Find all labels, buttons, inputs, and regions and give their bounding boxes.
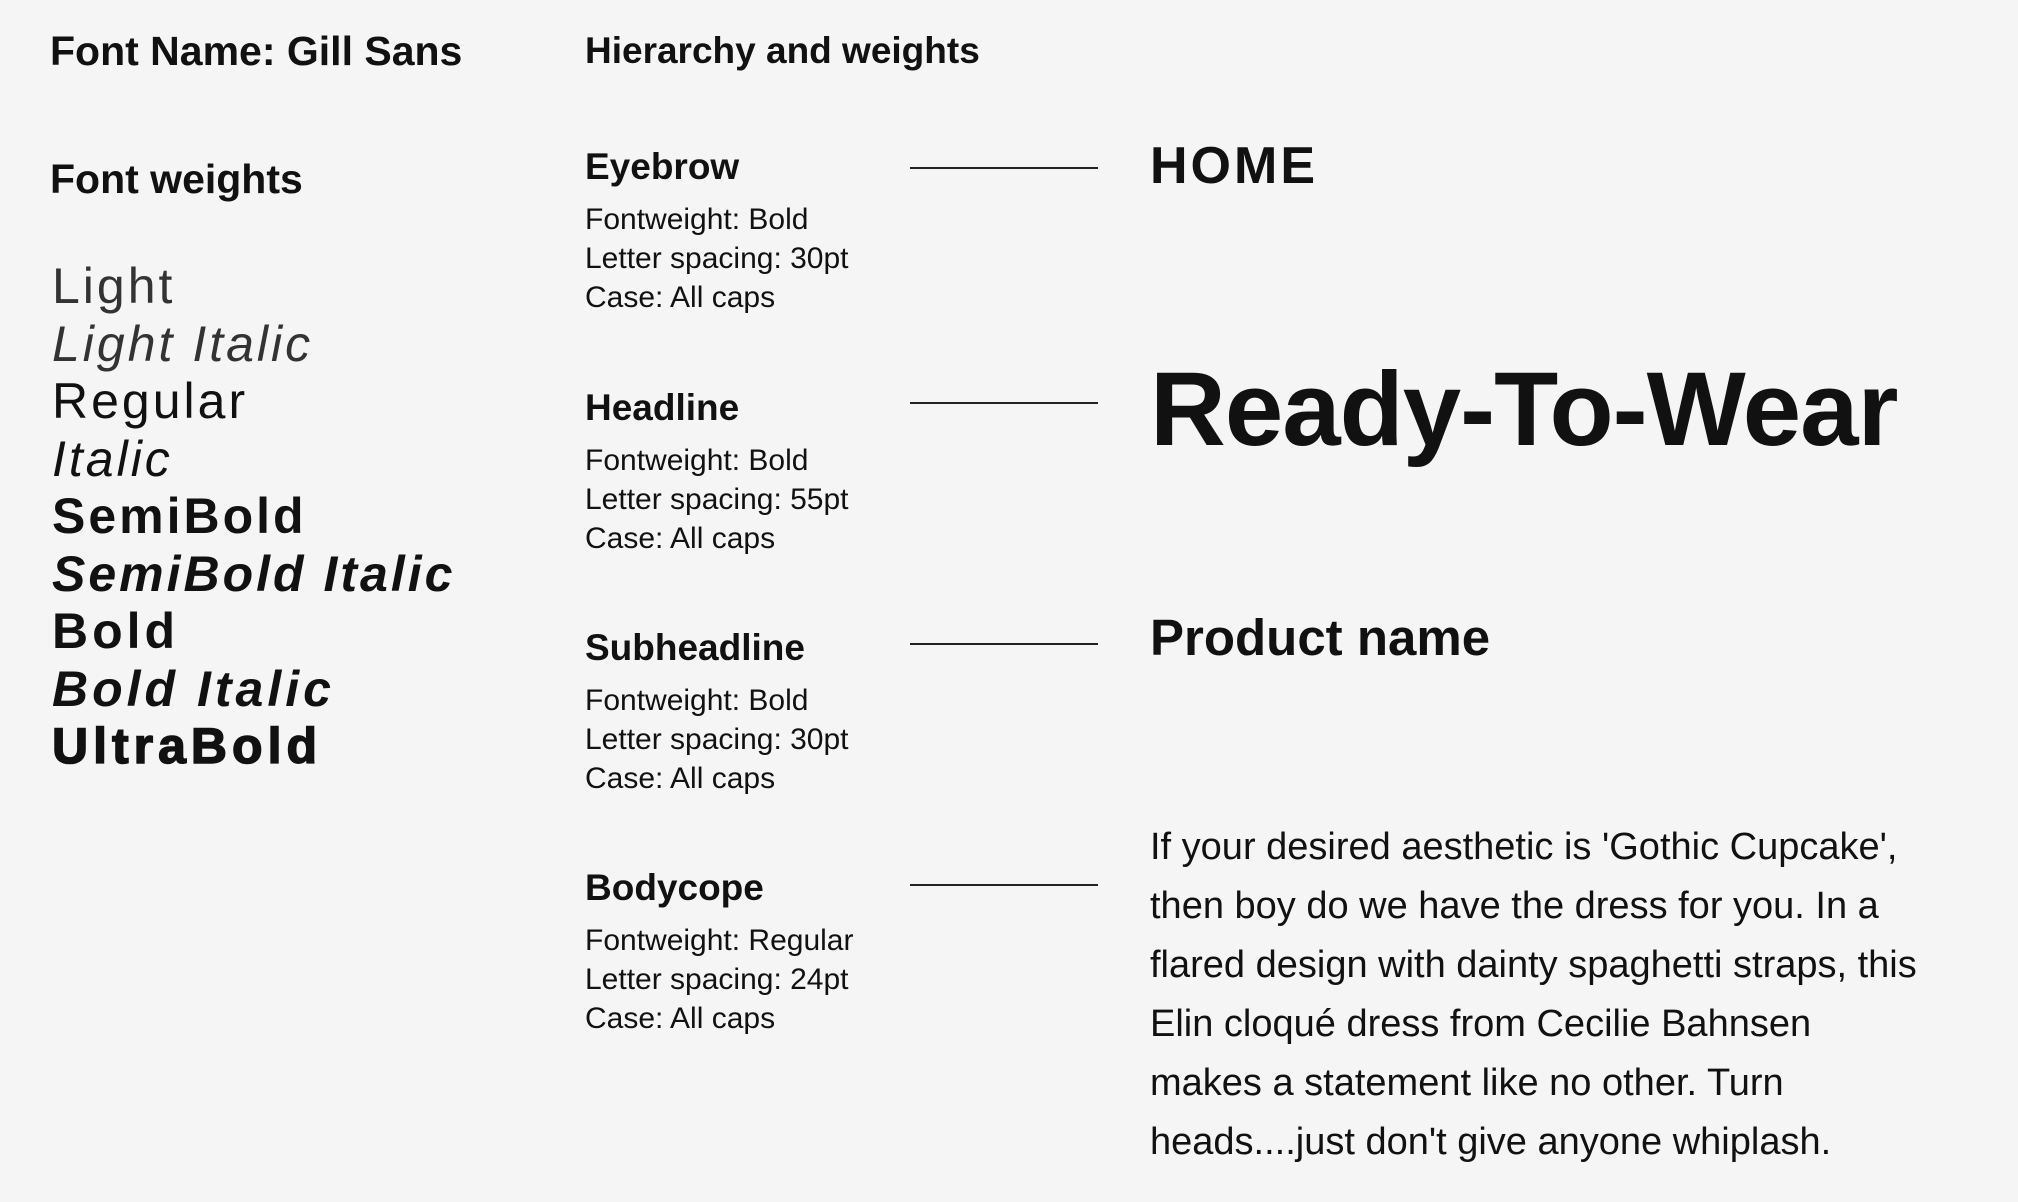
spec-bodycopy: Bodycope Fontweight: Regular Letter spac…	[585, 863, 853, 1038]
spec-name: Bodycope	[585, 867, 764, 908]
connector-line-subheadline	[910, 643, 1098, 645]
connector-line-bodycopy	[910, 884, 1098, 886]
weight-sample-semibold-italic: SemiBold Italic	[52, 545, 456, 602]
spec-letter-spacing: Letter spacing: 24pt	[585, 963, 849, 996]
spec-case: Case: All caps	[585, 522, 776, 555]
spec-fontweight: Fontweight: Bold	[585, 684, 809, 717]
weight-sample-light-italic: Light Italic	[52, 315, 314, 372]
connector-line-headline	[910, 402, 1098, 404]
spec-details: Fontweight: Bold Letter spacing: 30pt Ca…	[585, 200, 849, 317]
example-body-copy: If your desired aesthetic is 'Gothic Cup…	[1150, 818, 1970, 1172]
weight-sample-bold-italic: Bold Italic	[52, 660, 335, 717]
spec-letter-spacing: Letter spacing: 30pt	[585, 242, 849, 275]
spec-fontweight: Fontweight: Regular	[585, 924, 854, 957]
hierarchy-heading: Hierarchy and weights	[585, 30, 980, 71]
weight-sample-regular: Regular	[52, 373, 249, 429]
spec-name: Headline	[585, 387, 740, 428]
spec-eyebrow: Eyebrow Fontweight: Bold Letter spacing:…	[585, 142, 849, 317]
example-eyebrow: HOME	[1150, 137, 1318, 195]
body-line: then boy do we have the dress for you. I…	[1150, 885, 1879, 927]
body-line: If your desired aesthetic is 'Gothic Cup…	[1150, 826, 1898, 868]
font-weights-heading: Font weights	[50, 156, 303, 202]
font-name-title: Font Name: Gill Sans	[50, 28, 463, 74]
weight-sample-light: Light	[52, 258, 176, 314]
spec-details: Fontweight: Bold Letter spacing: 55pt Ca…	[585, 441, 849, 558]
spec-details: Fontweight: Bold Letter spacing: 30pt Ca…	[585, 681, 849, 798]
spec-fontweight: Fontweight: Bold	[585, 444, 809, 477]
example-subheadline: Product name	[1150, 609, 1491, 666]
spec-details: Fontweight: Regular Letter spacing: 24pt…	[585, 921, 853, 1038]
weight-sample-italic: Italic	[52, 430, 173, 487]
body-line: Elin cloqué dress from Cecilie Bahnsen	[1150, 1003, 1812, 1045]
body-line: flared design with dainty spaghetti stra…	[1150, 944, 1917, 986]
body-line: makes a statement like no other. Turn	[1150, 1062, 1784, 1104]
spec-case: Case: All caps	[585, 281, 776, 314]
font-weights-list: Light Light Italic Regular Italic SemiBo…	[51, 258, 456, 776]
example-headline: Ready-To-Wear	[1150, 351, 1898, 468]
weight-sample-semibold: SemiBold	[52, 488, 307, 544]
weight-sample-ultrabold: UltraBold	[51, 717, 322, 774]
spec-name: Eyebrow	[585, 146, 740, 187]
spec-fontweight: Fontweight: Bold	[585, 203, 809, 236]
spec-case: Case: All caps	[585, 1002, 776, 1035]
spec-letter-spacing: Letter spacing: 30pt	[585, 723, 849, 756]
connector-line-eyebrow	[910, 167, 1098, 169]
weight-sample-bold: Bold	[52, 603, 180, 659]
body-line: heads....just don't give anyone whiplash…	[1150, 1121, 1832, 1163]
spec-headline: Headline Fontweight: Bold Letter spacing…	[585, 383, 849, 558]
spec-subheadline: Subheadline Fontweight: Bold Letter spac…	[585, 623, 849, 798]
spec-letter-spacing: Letter spacing: 55pt	[585, 483, 849, 516]
spec-case: Case: All caps	[585, 762, 776, 795]
spec-name: Subheadline	[585, 627, 805, 668]
